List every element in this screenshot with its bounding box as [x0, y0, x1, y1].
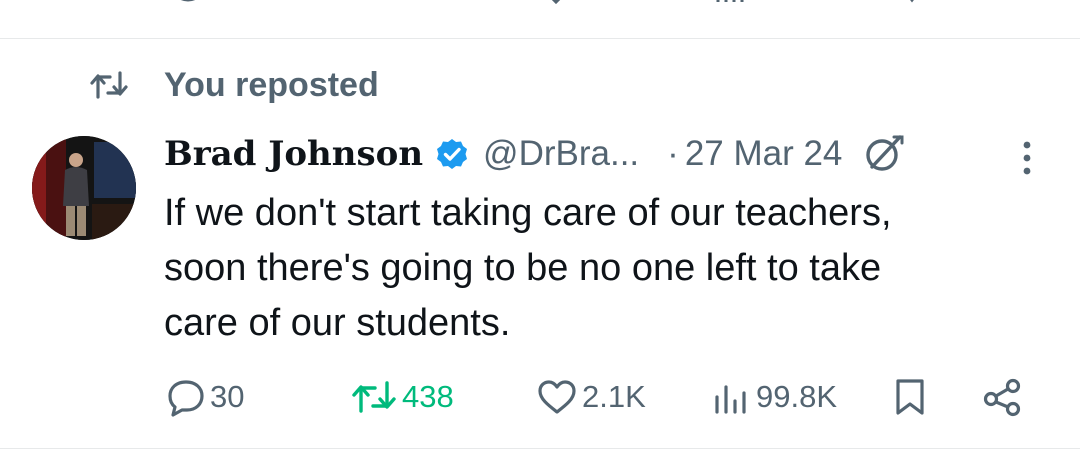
post-actions: 30 438 2.1K 99.8K [0, 372, 1080, 422]
avatar-image [32, 136, 136, 240]
separator-dot: · [667, 134, 679, 173]
repost-icon [352, 381, 396, 413]
reply-icon [168, 380, 204, 417]
repost-button[interactable]: 438 [350, 372, 454, 422]
avatar[interactable] [32, 136, 136, 240]
prev-repost-icon[interactable] [350, 0, 394, 6]
reply-button[interactable]: 30 [166, 372, 244, 422]
bookmark-icon [896, 379, 924, 415]
views-count: 99.8K [756, 379, 838, 414]
reply-count: 30 [210, 379, 245, 414]
repost-label: You reposted [164, 65, 379, 104]
post-text: If we don't start taking care of our tea… [164, 192, 892, 344]
share-icon [983, 378, 1021, 417]
prev-bookmark-icon[interactable] [892, 0, 932, 6]
share-button[interactable] [980, 372, 1026, 422]
post-date[interactable]: 27 Mar 24 [685, 134, 843, 174]
previous-post-actions [0, 0, 1080, 6]
prev-reply-icon[interactable] [168, 0, 208, 6]
like-button[interactable]: 2.1K [536, 372, 646, 422]
like-count: 2.1K [582, 379, 646, 414]
prev-like-icon[interactable] [536, 0, 576, 6]
author-name[interactable]: Brad Johnson [164, 134, 423, 174]
like-icon [538, 380, 576, 414]
more-icon[interactable] [1020, 140, 1034, 176]
repost-context: You reposted [88, 62, 379, 108]
author-handle[interactable]: @DrBra... [483, 134, 639, 174]
verified-badge-icon [437, 139, 468, 169]
prev-views-icon[interactable] [712, 0, 752, 6]
prev-share-icon[interactable] [1000, 0, 1040, 6]
grok-icon[interactable] [860, 131, 906, 177]
bookmark-button[interactable] [892, 372, 928, 422]
divider-bottom [0, 448, 1080, 449]
post-header: Brad Johnson @DrBra... · 27 Mar 24 [164, 130, 906, 178]
repost-count: 438 [402, 379, 454, 414]
repost-icon [90, 71, 128, 99]
views-button[interactable]: 99.8K [712, 372, 837, 422]
views-icon [715, 385, 746, 414]
divider-top [0, 38, 1080, 39]
